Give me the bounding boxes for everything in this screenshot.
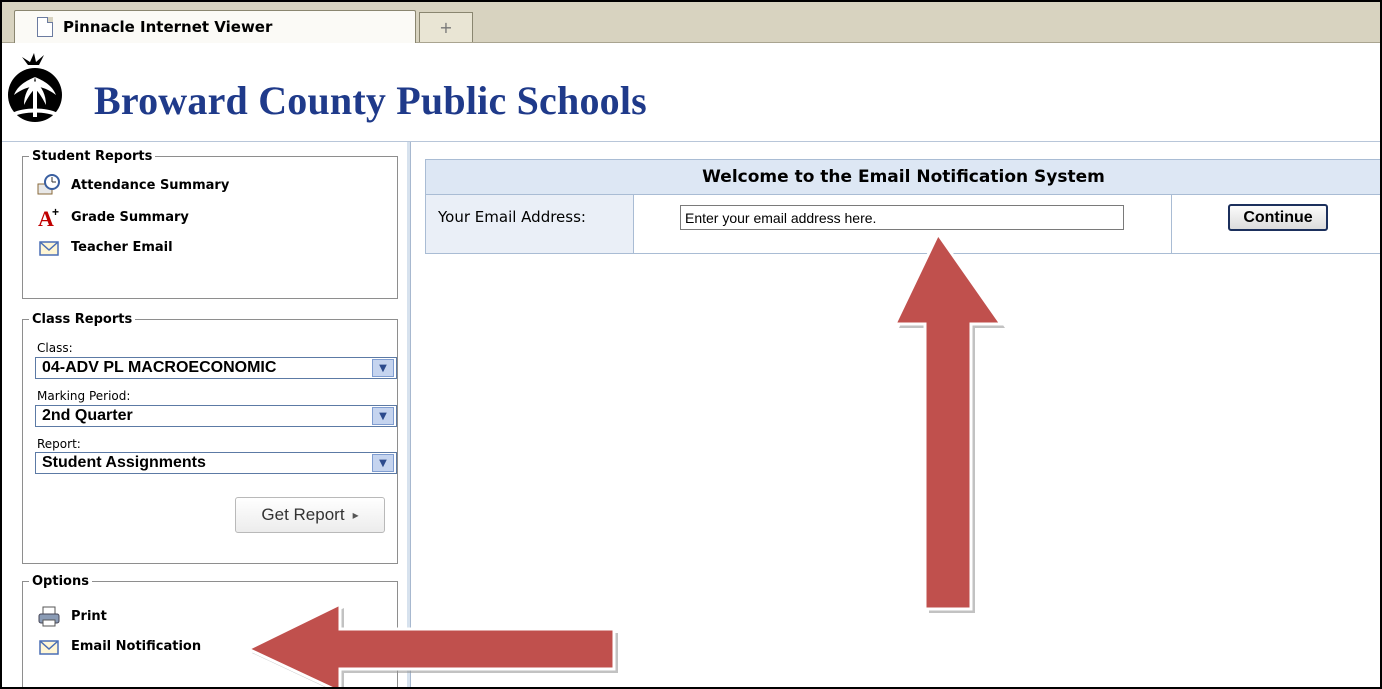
continue-button[interactable]: Continue — [1228, 204, 1328, 231]
grade-summary-label: Grade Summary — [71, 209, 189, 225]
attendance-icon — [37, 174, 61, 196]
class-select[interactable]: 04-ADV PL MACROECONOMIC ▼ — [35, 357, 397, 379]
email-address-label: Your Email Address: — [438, 208, 586, 226]
class-reports-group: Class Reports Class: 04-ADV PL MACROECON… — [22, 312, 398, 564]
student-reports-legend: Student Reports — [32, 149, 153, 164]
options-legend: Options — [32, 574, 89, 589]
attendance-summary-label: Attendance Summary — [71, 177, 230, 193]
marking-period-value: 2nd Quarter — [42, 407, 133, 424]
new-tab-button[interactable]: + — [419, 12, 473, 42]
printer-icon — [37, 605, 61, 627]
marking-period-select[interactable]: 2nd Quarter ▼ — [35, 405, 397, 427]
play-arrow-icon: ▸ — [352, 508, 359, 522]
tab-title: Pinnacle Internet Viewer — [63, 18, 273, 36]
email-notification-link[interactable]: Email Notification — [37, 635, 201, 657]
report-select[interactable]: Student Assignments ▼ — [35, 452, 397, 474]
get-report-button[interactable]: Get Report ▸ — [235, 497, 385, 533]
grade-summary-link[interactable]: A + Grade Summary — [37, 206, 189, 228]
email-notification-label: Email Notification — [71, 638, 202, 654]
options-group: Options Print Email Notification — [22, 574, 398, 687]
email-label-cell: Your Email Address: — [425, 195, 634, 253]
sidebar: Student Reports Attendance Summary A + Gr… — [2, 142, 411, 687]
class-select-value: 04-ADV PL MACROECONOMIC — [42, 359, 277, 376]
report-label: Report: — [37, 437, 81, 451]
site-header: Broward County Public Schools — [2, 43, 1380, 142]
marking-period-label: Marking Period: — [37, 389, 131, 403]
chevron-down-icon[interactable]: ▼ — [372, 407, 394, 425]
grade-icon: A + — [37, 206, 61, 228]
page-title: Broward County Public Schools — [94, 78, 647, 123]
get-report-label: Get Report — [261, 505, 345, 524]
teacher-email-link[interactable]: Teacher Email — [37, 236, 173, 258]
up-arrow-annotation — [892, 231, 1005, 613]
welcome-header: Welcome to the Email Notification System — [425, 159, 1380, 195]
envelope-icon — [37, 236, 61, 258]
print-link[interactable]: Print — [37, 605, 107, 627]
page-icon — [37, 17, 53, 37]
email-address-input[interactable] — [680, 205, 1124, 230]
envelope-icon — [37, 635, 61, 657]
attendance-summary-link[interactable]: Attendance Summary — [37, 174, 229, 196]
class-reports-legend: Class Reports — [32, 312, 133, 327]
tab-pinnacle-internet-viewer[interactable]: Pinnacle Internet Viewer — [14, 10, 416, 43]
column-divider — [1171, 195, 1172, 253]
chevron-down-icon[interactable]: ▼ — [372, 454, 394, 472]
tab-bar: Pinnacle Internet Viewer + — [2, 2, 1380, 43]
print-label: Print — [71, 608, 107, 624]
student-reports-group: Student Reports Attendance Summary A + Gr… — [22, 149, 398, 299]
email-form-row: Your Email Address: Continue — [425, 195, 1380, 254]
plus-icon: + — [439, 18, 453, 37]
chevron-down-icon[interactable]: ▼ — [372, 359, 394, 377]
teacher-email-label: Teacher Email — [71, 239, 173, 255]
apple-palm-logo-icon — [8, 53, 62, 122]
report-select-value: Student Assignments — [42, 454, 206, 471]
browser-window: Pinnacle Internet Viewer + Broward Count… — [0, 0, 1382, 689]
class-label: Class: — [37, 341, 73, 355]
svg-text:+: + — [52, 206, 59, 219]
